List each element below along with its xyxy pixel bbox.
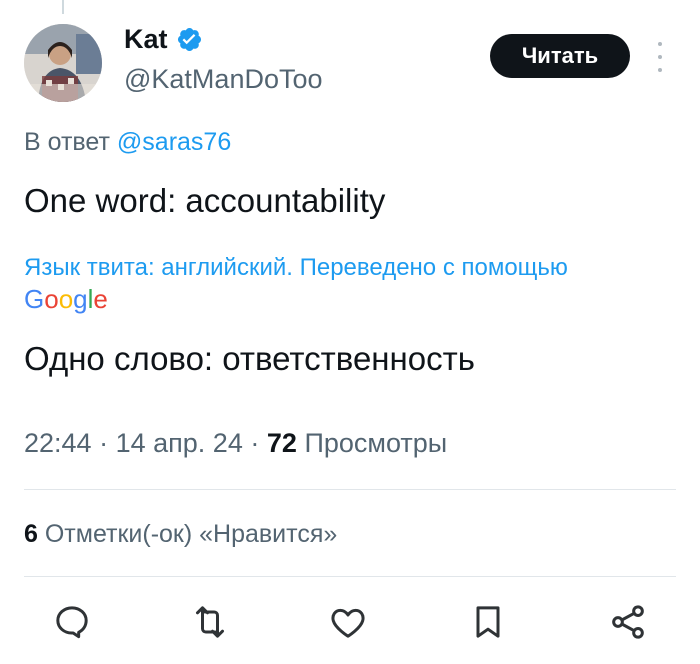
- tweet-date[interactable]: 14 апр. 24: [116, 428, 243, 458]
- google-logo-text: Google: [24, 284, 108, 314]
- translated-text: Одно слово: ответственность: [24, 340, 475, 377]
- bookmark-button[interactable]: [464, 598, 512, 646]
- author-name-row[interactable]: Kat: [124, 24, 203, 55]
- retweet-button[interactable]: [186, 598, 234, 646]
- follow-button[interactable]: Читать: [490, 34, 630, 78]
- verified-badge-icon: [176, 26, 203, 53]
- like-icon: [331, 608, 365, 638]
- author-handle[interactable]: @KatManDoToo: [124, 64, 323, 95]
- likes-count: 6: [24, 520, 38, 548]
- reply-icon: [56, 606, 88, 639]
- google-logo: Google: [24, 284, 108, 315]
- like-button[interactable]: [324, 598, 372, 646]
- share-button[interactable]: [604, 598, 652, 646]
- reply-mention-link[interactable]: @saras76: [117, 128, 231, 156]
- likes-summary[interactable]: 6 Отметки(-ок) «Нравится»: [24, 520, 337, 549]
- likes-label: Отметки(-ок) «Нравится»: [44, 520, 338, 548]
- more-options-icon[interactable]: [650, 42, 670, 72]
- author-name[interactable]: Kat: [124, 24, 168, 55]
- views-count: 72: [266, 428, 297, 458]
- action-bar: [0, 598, 700, 650]
- translation-note[interactable]: Язык твита: английский. Переведено с пом…: [24, 252, 674, 284]
- avatar-image: [24, 24, 102, 102]
- reply-button[interactable]: [48, 598, 96, 646]
- tweet-text: One word: accountability: [24, 182, 386, 219]
- thread-line: [62, 0, 64, 14]
- divider: [24, 489, 676, 490]
- bookmark-icon: [476, 606, 500, 638]
- retweet-icon: [196, 606, 224, 638]
- divider: [24, 576, 676, 577]
- tweet-meta: 22:44 · 14 апр. 24 · 72 Просмотры: [24, 428, 447, 459]
- tweet-time[interactable]: 22:44: [24, 428, 92, 458]
- meta-separator: ·: [250, 428, 260, 458]
- meta-separator: ·: [99, 428, 109, 458]
- avatar[interactable]: [24, 24, 102, 102]
- share-icon: [612, 605, 644, 639]
- views-label: Просмотры: [304, 428, 448, 458]
- reply-context: В ответ @saras76: [24, 128, 231, 157]
- reply-prefix: В ответ: [24, 128, 110, 156]
